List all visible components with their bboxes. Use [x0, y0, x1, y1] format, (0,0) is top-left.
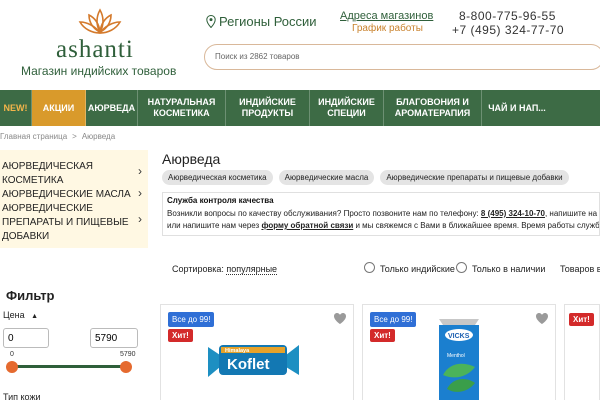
phone-moscow[interactable]: +7 (495) 324-77-70 [452, 23, 564, 37]
site-header: ashanti Магазин индийских товаров Регион… [0, 0, 600, 90]
location-pin-icon [206, 15, 216, 28]
nav-item-indian-spices[interactable]: ИНДИЙСКИЕ СПЕЦИИ [310, 90, 384, 126]
region-label: Регионы России [219, 14, 317, 29]
hit-badge: Хит! [569, 313, 594, 326]
notice-text: и мы свяжемся с Вами в ближайшее время. … [353, 221, 600, 230]
logo-tagline: Магазин индийских товаров [21, 64, 177, 78]
nav-item-ayurveda[interactable]: АЮРВЕДА [86, 90, 138, 126]
nav-item-new[interactable]: NEW! [0, 90, 32, 126]
product-image[interactable]: VICKS Menthol [429, 315, 489, 400]
hit-badge: Хит! [168, 329, 193, 342]
product-name: Menthol [447, 353, 465, 359]
promo-badge: Все до 99! [370, 312, 417, 327]
category-item-supplements[interactable]: АЮРВЕДИЧЕСКИЕ ПРЕПАРАТЫ И ПИЩЕВЫЕ ДОБАВК… [2, 202, 132, 244]
skin-type-label[interactable]: Тип кожи [3, 392, 41, 400]
page-title: Аюрведа [162, 151, 221, 167]
product-image[interactable]: Himalaya Koflet [206, 333, 301, 385]
breadcrumb: Главная страница > Аюрведа [0, 132, 115, 141]
category-item-cosmetics[interactable]: АЮРВЕДИЧЕСКАЯ КОСМЕТИКА [2, 160, 132, 188]
notice-title: Служба контроля качества [167, 196, 274, 205]
sort-bar: Сортировка: популярные Только индийские … [160, 258, 600, 280]
notice-text: , напишите на п [544, 209, 600, 218]
promo-badge: Все до 99! [168, 312, 215, 327]
price-slider-track[interactable] [12, 365, 126, 368]
subcategory-tags: Аюрведическая косметика Аюрведические ма… [162, 170, 569, 185]
main-nav: NEW! АКЦИИ АЮРВЕДА НАТУРАЛЬНАЯ КОСМЕТИКА… [0, 90, 600, 126]
product-brand: VICKS [448, 333, 470, 340]
in-stock-label[interactable]: Только в наличии [472, 264, 545, 274]
price-max-input[interactable] [90, 328, 138, 348]
category-label: АЮРВЕДИЧЕСКАЯ КОСМЕТИКА [2, 161, 94, 186]
heart-icon[interactable] [333, 312, 347, 325]
notice-line-1: Возникли вопросы по качеству обслуживани… [167, 209, 600, 218]
notice-phone-link[interactable]: 8 (495) 324-10-70 [481, 209, 545, 218]
breadcrumb-home[interactable]: Главная страница [0, 132, 67, 141]
logo-text[interactable]: ashanti [56, 36, 134, 64]
nav-item-indian-products[interactable]: ИНДИЙСКИЕ ПРОДУКТЫ [226, 90, 310, 126]
category-label: АЮРВЕДИЧЕСКИЕ МАСЛА [2, 189, 131, 200]
feedback-form-link[interactable]: форму обратной связи [261, 221, 353, 230]
indian-only-label[interactable]: Только индийские [380, 264, 455, 274]
sort-control[interactable]: Сортировка: популярные [172, 264, 278, 275]
product-card[interactable]: Все до 99! Хит! Himalaya Koflet [160, 304, 354, 400]
nav-item-sale[interactable]: АКЦИИ [32, 90, 86, 126]
tag-supplements[interactable]: Аюрведические препараты и пищевые добавк… [380, 170, 569, 185]
slider-max-label: 5790 [120, 351, 136, 358]
slider-min-label: 0 [10, 351, 14, 358]
product-brand: Himalaya [225, 348, 250, 354]
product-card[interactable]: Хит! [564, 304, 600, 400]
indian-only-radio[interactable] [364, 262, 375, 273]
product-card[interactable]: Все до 99! Хит! VICKS Menthol [362, 304, 556, 400]
filter-panel: Фильтр Цена ▲ 0 5790 Тип кожи [0, 262, 148, 400]
category-list: АЮРВЕДИЧЕСКАЯ КОСМЕТИКА › АЮРВЕДИЧЕСКИЕ … [0, 150, 148, 248]
price-label[interactable]: Цена ▲ [3, 310, 38, 320]
in-stock-radio[interactable] [456, 262, 467, 273]
category-label: АЮРВЕДИЧЕСКИЕ ПРЕПАРАТЫ И ПИЩЕВЫЕ ДОБАВК… [2, 203, 129, 242]
nav-item-natural-cosmetics[interactable]: НАТУРАЛЬНАЯ КОСМЕТИКА [138, 90, 226, 126]
chevron-right-icon[interactable]: › [138, 212, 142, 226]
nav-item-tea[interactable]: ЧАЙ И НАП... [482, 90, 552, 126]
items-per-page-label[interactable]: Товаров в [560, 264, 600, 274]
product-name: Koflet [227, 356, 270, 373]
phone-tollfree[interactable]: 8-800-775-96-55 [459, 9, 556, 23]
notice-line-2: или напишите нам через форму обратной св… [167, 221, 600, 230]
region-selector[interactable]: Регионы России [206, 14, 317, 29]
heart-icon[interactable] [535, 312, 549, 325]
tag-cosmetics[interactable]: Аюрведическая косметика [162, 170, 273, 185]
price-label-text: Цена [3, 310, 25, 320]
caret-up-icon: ▲ [31, 313, 39, 320]
chevron-right-icon[interactable]: › [138, 164, 142, 178]
breadcrumb-current: Аюрведа [81, 132, 116, 141]
tag-oils[interactable]: Аюрведические масла [278, 170, 375, 185]
price-slider-max-handle[interactable] [120, 361, 132, 373]
price-slider-min-handle[interactable] [6, 361, 18, 373]
search-box [204, 44, 600, 70]
filter-title: Фильтр [6, 288, 55, 303]
nav-item-incense[interactable]: БЛАГОВОНИЯ И АРОМАТЕРАПИЯ [384, 90, 482, 126]
schedule-link[interactable]: График работы [352, 23, 423, 34]
price-min-input[interactable] [3, 328, 49, 348]
notice-text: или напишите нам через [167, 221, 262, 230]
chevron-right-icon[interactable]: › [138, 186, 142, 200]
quality-notice: Служба контроля качества Возникли вопрос… [162, 192, 600, 236]
category-item-oils[interactable]: АЮРВЕДИЧЕСКИЕ МАСЛА [2, 188, 132, 202]
sort-value[interactable]: популярные [226, 264, 278, 275]
stores-link[interactable]: Адреса магазинов [340, 10, 433, 22]
lotus-logo-icon[interactable] [78, 8, 122, 36]
sort-label: Сортировка: [172, 264, 224, 274]
search-input[interactable] [215, 52, 575, 61]
breadcrumb-separator: > [72, 132, 77, 141]
hit-badge: Хит! [370, 329, 395, 342]
notice-text: Возникли вопросы по качеству обслуживани… [167, 209, 481, 218]
